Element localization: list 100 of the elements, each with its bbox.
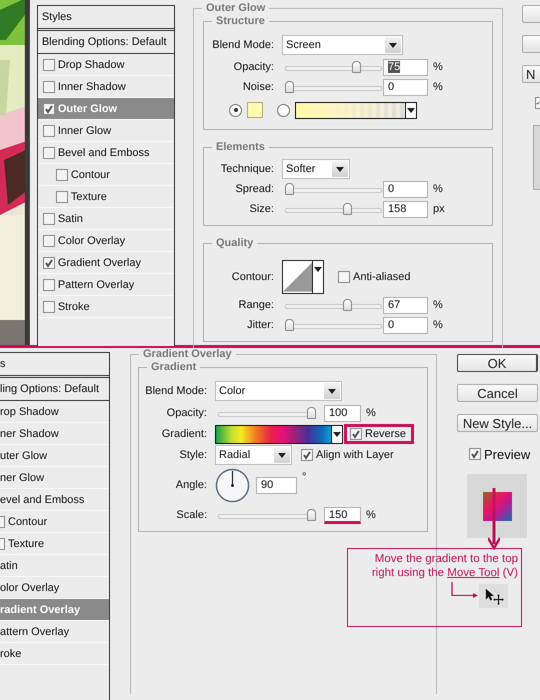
dropdown[interactable]: Color <box>215 381 342 401</box>
group-title: Structure <box>212 15 269 27</box>
slider[interactable] <box>285 182 382 196</box>
value-field[interactable]: 75 <box>383 58 428 76</box>
style-item[interactable]: Contour <box>38 164 174 186</box>
style-item[interactable]: Bevel and Emboss <box>38 142 174 164</box>
slider-thumb[interactable] <box>343 202 352 214</box>
value-field[interactable]: 158 <box>383 200 428 218</box>
checkbox[interactable] <box>42 256 55 268</box>
slider[interactable] <box>218 406 316 420</box>
slider[interactable] <box>285 60 382 74</box>
style-item[interactable]: Drop Shadow <box>38 54 174 76</box>
value-field[interactable]: 0 <box>383 316 428 334</box>
slider-thumb[interactable] <box>285 182 294 194</box>
style-item[interactable]: atin <box>0 555 109 577</box>
style-item[interactable]: roke <box>0 643 109 665</box>
checkbox[interactable] <box>301 449 313 461</box>
dialog-button[interactable]: OK <box>457 354 538 372</box>
checkbox[interactable] <box>42 234 55 246</box>
style-item[interactable]: Pattern Overlay <box>38 274 174 296</box>
dropdown[interactable]: Screen <box>282 35 403 55</box>
style-item[interactable]: evel and Emboss <box>0 489 109 511</box>
style-item[interactable]: Contour <box>0 511 109 533</box>
angle-dial[interactable] <box>215 468 250 502</box>
slider-thumb[interactable] <box>307 508 316 520</box>
value-field[interactable]: 0 <box>383 180 428 198</box>
slider-thumb[interactable] <box>285 318 294 330</box>
styles-header[interactable]: Styles <box>38 6 174 31</box>
style-item[interactable]: Stroke <box>38 296 174 318</box>
checkbox[interactable] <box>42 102 55 114</box>
style-item[interactable]: Satin <box>38 208 174 230</box>
slider-thumb[interactable] <box>352 60 361 72</box>
dialog-button[interactable] <box>522 35 540 53</box>
checkbox[interactable] <box>0 516 5 528</box>
checkbox[interactable] <box>42 58 55 70</box>
slider[interactable] <box>285 318 382 332</box>
checkbox[interactable] <box>56 190 68 202</box>
style-item[interactable]: uter Glow <box>0 445 109 467</box>
style-item[interactable]: Blending Options: Default <box>38 31 174 54</box>
style-item[interactable]: ner Glow <box>0 467 109 489</box>
checkbox-label: Reverse <box>365 428 406 440</box>
style-item[interactable]: Inner Glow <box>38 120 174 142</box>
field-label: Size: <box>248 203 274 215</box>
dialog-button[interactable]: New Style... <box>457 414 538 432</box>
style-item[interactable]: Texture <box>0 533 109 555</box>
style-item[interactable]: Color Overlay <box>38 230 174 252</box>
slider-thumb[interactable] <box>307 406 316 418</box>
pointer-arrow <box>451 582 479 598</box>
preview-swatch <box>482 492 512 520</box>
value-field[interactable]: 150 <box>324 506 361 524</box>
slider-thumb[interactable] <box>343 298 352 310</box>
contour-picker[interactable] <box>282 260 324 294</box>
radio-button[interactable] <box>277 104 290 116</box>
checkbox-label: Preview <box>484 446 530 462</box>
field-label: Gradient: <box>160 428 207 440</box>
checkbox[interactable] <box>338 271 350 283</box>
dropdown[interactable]: Softer <box>282 159 350 179</box>
styles-header[interactable]: s <box>0 353 109 378</box>
style-item[interactable]: ner Shadow <box>0 423 109 445</box>
checkbox[interactable] <box>42 124 55 136</box>
gradient-picker[interactable] <box>215 424 343 444</box>
dialog-button[interactable]: Cancel <box>457 384 538 402</box>
dialog-button[interactable]: N <box>522 65 540 83</box>
group-title: Elements <box>212 141 269 153</box>
field-label: Angle: <box>174 479 207 491</box>
value-field[interactable]: 67 <box>383 296 428 314</box>
checkbox[interactable] <box>42 146 55 158</box>
value-field[interactable]: 90 <box>256 476 297 494</box>
unit-label: % <box>433 61 443 73</box>
field-label: Noise: <box>242 81 274 93</box>
checkbox[interactable] <box>350 428 362 440</box>
checkbox[interactable] <box>0 538 5 550</box>
style-item[interactable]: ling Options: Default <box>0 378 109 401</box>
annotation-text: Move the gradient to the top right using the Move Tool (V) <box>370 552 518 580</box>
checkbox[interactable] <box>469 448 481 460</box>
checkbox[interactable] <box>56 168 68 180</box>
slider-thumb[interactable] <box>285 80 294 92</box>
style-item[interactable]: attern Overlay <box>0 621 109 643</box>
slider[interactable] <box>285 298 382 312</box>
checkbox[interactable] <box>42 80 55 92</box>
radio-button[interactable] <box>229 104 242 116</box>
slider[interactable] <box>285 202 382 216</box>
gradient-picker[interactable] <box>295 102 417 118</box>
field-label: Style: <box>178 449 207 461</box>
value-field[interactable]: 0 <box>383 78 428 96</box>
checkbox[interactable] <box>42 212 55 224</box>
style-item[interactable]: Texture <box>38 186 174 208</box>
dialog-button[interactable] <box>522 5 540 23</box>
value-field[interactable]: 100 <box>324 404 361 422</box>
checkbox[interactable] <box>535 97 540 109</box>
field-label: Opacity: <box>232 61 274 73</box>
slider[interactable] <box>218 508 316 522</box>
checkbox[interactable] <box>42 300 55 312</box>
unit-label: % <box>366 407 376 419</box>
dropdown[interactable]: Radial <box>215 445 292 465</box>
checkbox[interactable] <box>42 278 55 290</box>
color-swatch[interactable] <box>247 102 263 118</box>
style-item[interactable]: rop Shadow <box>0 401 109 423</box>
slider[interactable] <box>285 80 382 94</box>
style-item[interactable]: Gradient Overlay <box>38 252 174 274</box>
